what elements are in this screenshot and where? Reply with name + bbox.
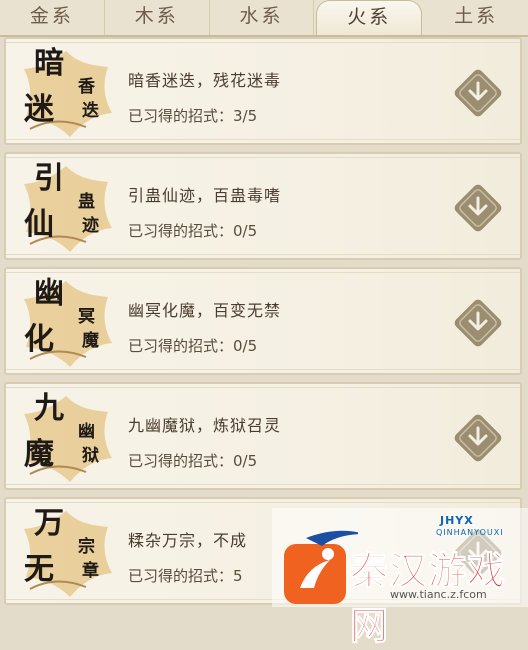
emblem-glyph: 化 xyxy=(24,322,54,357)
watermark-url: www.tianc.z.fcom xyxy=(390,588,487,601)
expand-button[interactable] xyxy=(450,410,506,466)
chevron-down-icon xyxy=(454,69,502,117)
skill-emblem: 万无 宗章 xyxy=(16,503,120,603)
emblem-glyph: 幽 xyxy=(34,276,64,311)
watermark: JHYX QINHANYOUXI 秦汉游戏网 www.tianc.z.fcom xyxy=(272,508,528,649)
watermark-subtitle: QINHANYOUXI xyxy=(436,528,504,537)
skill-card[interactable]: 九魔 幽狱 九幽魔狱，炼狱召灵 已习得的招式：0/5 xyxy=(4,382,522,490)
emblem-glyph: 迷 xyxy=(24,92,54,127)
emblem-glyph: 宗 xyxy=(78,537,95,557)
tab-wood[interactable]: 木系 xyxy=(105,0,210,35)
skill-card[interactable]: 幽化 冥魔 幽冥化魔，百变无禁 已习得的招式：0/5 xyxy=(4,267,522,375)
skill-progress: 已习得的招式：3/5 xyxy=(128,107,258,125)
emblem-glyph: 迹 xyxy=(82,216,99,236)
chevron-down-icon xyxy=(454,184,502,232)
emblem-glyph: 魔 xyxy=(24,437,54,472)
emblem-glyph: 仙 xyxy=(24,207,54,242)
emblem-glyph: 引 xyxy=(34,161,64,196)
emblem-glyph: 迭 xyxy=(82,101,99,121)
skill-progress: 已习得的招式：0/5 xyxy=(128,337,258,355)
skill-title: 糅杂万宗，不成 xyxy=(128,531,248,550)
emblem-glyph: 蛊 xyxy=(78,192,95,212)
skill-progress: 已习得的招式：5 xyxy=(128,567,243,585)
skill-card[interactable]: 暗迷 香迭 暗香迷迭，残花迷毒 已习得的招式：3/5 xyxy=(4,37,522,145)
expand-button[interactable] xyxy=(450,180,506,236)
skill-title: 九幽魔狱，炼狱召灵 xyxy=(128,416,282,435)
skill-emblem: 幽化 冥魔 xyxy=(16,273,120,373)
emblem-glyph: 冥 xyxy=(78,307,95,327)
skill-emblem: 暗迷 香迭 xyxy=(16,43,120,143)
emblem-glyph: 章 xyxy=(82,561,99,581)
element-tab-bar: 金系 木系 水系 火系 土系 xyxy=(0,0,528,37)
skill-title: 暗香迷迭，残花迷毒 xyxy=(128,71,282,90)
skill-card[interactable]: 引仙 蛊迹 引蛊仙迹，百蛊毒嗜 已习得的招式：0/5 xyxy=(4,152,522,260)
watermark-brand: JHYX xyxy=(440,514,474,527)
watermark-logo-icon xyxy=(284,530,358,604)
expand-button[interactable] xyxy=(450,295,506,351)
emblem-glyph: 万 xyxy=(34,506,64,541)
chevron-down-icon xyxy=(454,414,502,462)
skill-title: 引蛊仙迹，百蛊毒嗜 xyxy=(128,186,282,205)
skill-progress: 已习得的招式：0/5 xyxy=(128,452,258,470)
chevron-down-icon xyxy=(454,299,502,347)
expand-button[interactable] xyxy=(450,65,506,121)
tab-fire[interactable]: 火系 xyxy=(316,0,423,35)
emblem-glyph: 狱 xyxy=(82,446,99,466)
emblem-glyph: 无 xyxy=(24,552,54,587)
skill-emblem: 九魔 幽狱 xyxy=(16,388,120,488)
tab-earth[interactable]: 土系 xyxy=(424,0,528,35)
emblem-glyph: 魔 xyxy=(82,331,99,351)
skill-progress: 已习得的招式：0/5 xyxy=(128,222,258,240)
emblem-glyph: 暗 xyxy=(34,46,64,81)
emblem-glyph: 九 xyxy=(34,391,64,426)
tab-metal[interactable]: 金系 xyxy=(0,0,105,35)
tab-water[interactable]: 水系 xyxy=(210,0,315,35)
emblem-glyph: 香 xyxy=(78,77,95,97)
skill-emblem: 引仙 蛊迹 xyxy=(16,158,120,258)
emblem-glyph: 幽 xyxy=(78,422,95,442)
skill-title: 幽冥化魔，百变无禁 xyxy=(128,301,282,320)
